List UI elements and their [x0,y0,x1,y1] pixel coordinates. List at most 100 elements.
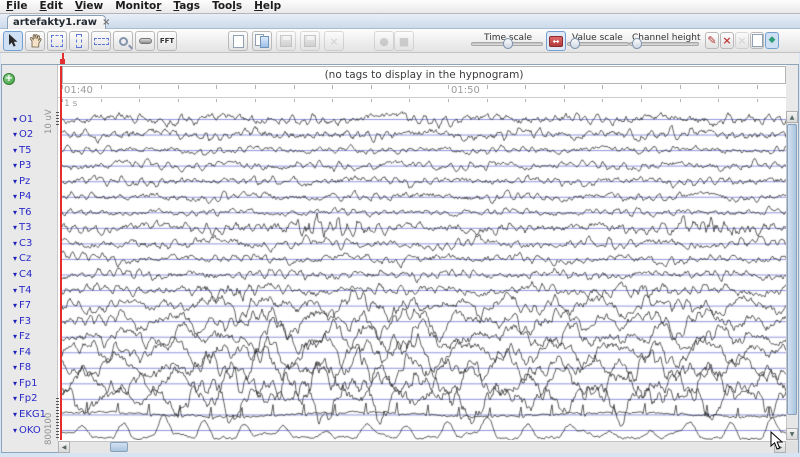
channel-label-C3[interactable]: ▾C3 [13,237,32,249]
arrow-select-tool[interactable] [3,31,23,51]
menu-file[interactable]: File [0,0,34,13]
new-tag-button[interactable] [228,31,248,51]
horizontal-scrollbar[interactable] [58,441,786,453]
time-label-mid: 01:50 [451,85,480,96]
toolbar: Time scale ↔ Value scale Channel height … [0,29,800,53]
record-monitor-button[interactable]: ● [374,31,394,51]
channel-label-T6[interactable]: ▾T6 [13,206,32,218]
channel-expand-icon[interactable]: ▾ [13,363,17,372]
second-tick [62,99,63,102]
ruler-tool[interactable] [135,31,155,51]
open-tag-button[interactable] [252,31,272,51]
channel-expand-icon[interactable]: ▾ [13,192,17,201]
channel-expand-icon[interactable]: ▾ [13,410,17,419]
channel-expand-icon[interactable]: ▾ [13,270,17,279]
zoom-signal-tool[interactable] [113,31,133,51]
signal-plot[interactable] [62,108,786,440]
menu-tags[interactable]: Tags [167,0,206,13]
channel-expand-icon[interactable]: ▾ [13,115,17,124]
channel-name: OKO [19,425,41,436]
channel-expand-icon[interactable]: ▾ [13,208,17,217]
channel-expand-icon[interactable]: ▾ [13,161,17,170]
time-tick [294,85,295,89]
horizontal-scrollbar-thumb[interactable] [110,442,128,452]
channel-label-P4[interactable]: ▾P4 [13,191,31,203]
channel-expand-icon[interactable]: ▾ [13,286,17,295]
channel-label-OKO[interactable]: ▾OKO [13,424,41,436]
menu-tools[interactable]: Tools [206,0,248,13]
value-scale-slider-thumb[interactable] [570,38,580,49]
channel-height-slider-thumb[interactable] [632,38,642,49]
menu-monitor[interactable]: Monitor [109,0,167,13]
channel-label-F3[interactable]: ▾F3 [13,315,31,327]
menu-help[interactable]: Help [248,0,287,13]
select-block-tag-tool[interactable] [91,31,111,51]
channel-label-EKG1[interactable]: ▾EKG1 [13,408,46,420]
stop-monitor-button[interactable]: ■ [394,31,414,51]
fit-time-scale-toggle[interactable]: ↔ [546,31,566,51]
channel-expand-icon[interactable]: ▾ [13,332,17,341]
close-tag-button[interactable]: × [324,31,344,51]
channel-label-T5[interactable]: ▾T5 [13,144,32,156]
channel-expand-icon[interactable]: ▾ [13,146,17,155]
channel-name: Fz [19,331,30,342]
scroll-down-button[interactable]: ▼ [786,428,798,440]
channel-expand-icon[interactable]: ▾ [13,379,17,388]
channel-label-F8[interactable]: ▾F8 [13,362,31,374]
channel-expand-icon[interactable]: ▾ [13,317,17,326]
channel-label-Pz[interactable]: ▾Pz [13,175,30,187]
vertical-scrollbar-thumb[interactable] [787,124,797,415]
filters-button[interactable]: ◆ [765,32,779,49]
ruler-capsule-icon [139,38,152,44]
select-page-tag-tool[interactable] [47,31,67,51]
channel-expand-icon[interactable]: ▾ [13,223,17,232]
channel-expand-icon[interactable]: ▾ [13,394,17,403]
channel-label-Fp2[interactable]: ▾Fp2 [13,393,37,405]
channel-label-O2[interactable]: ▾O2 [13,129,33,141]
montage-page-button[interactable] [750,32,764,49]
tab-close-icon[interactable]: × [102,18,110,28]
remove-montage-button[interactable]: × [735,32,749,49]
add-channel-button[interactable]: + [3,73,15,85]
scroll-left-button[interactable]: ◀ [58,441,70,453]
channel-expand-icon[interactable]: ▾ [13,239,17,248]
channel-label-O1[interactable]: ▾O1 [13,113,33,125]
channel-label-P3[interactable]: ▾P3 [13,160,31,172]
channel-label-F4[interactable]: ▾F4 [13,346,31,358]
tab-title: artefakty1.raw [13,17,97,28]
channel-expand-icon[interactable]: ▾ [13,130,17,139]
tab-artefakty1[interactable]: artefakty1.raw × [7,15,106,29]
signal-arrange-button[interactable]: ✎ [705,32,719,49]
second-tick [371,99,372,102]
menu-view[interactable]: View [69,0,109,13]
montage-tools-button[interactable]: × [720,32,734,49]
magnifier-icon [119,37,128,46]
select-channel-tag-tool[interactable] [69,31,89,51]
channel-label-T4[interactable]: ▾T4 [13,284,32,296]
fft-window-tool[interactable]: FFT [157,31,177,51]
channel-name: O1 [19,114,33,125]
save-tag-as-button[interactable] [300,31,320,51]
filter-gem-icon: ◆ [769,36,776,45]
time-scale-slider-thumb[interactable] [503,38,513,49]
channel-name: T5 [19,145,31,156]
channel-expand-icon[interactable]: ▾ [13,177,17,186]
tab-bar: artefakty1.raw × [0,14,800,29]
channel-expand-icon[interactable]: ▾ [13,254,17,263]
second-tick [680,99,681,102]
horizontal-arrows-icon: ↔ [549,36,563,47]
channel-label-C4[interactable]: ▾C4 [13,269,32,281]
channel-label-T3[interactable]: ▾T3 [13,222,32,234]
channel-label-F7[interactable]: ▾F7 [13,300,31,312]
hand-pan-tool[interactable] [25,31,45,51]
channel-expand-icon[interactable]: ▾ [13,348,17,357]
scroll-up-button[interactable]: ▲ [786,111,798,123]
channel-expand-icon[interactable]: ▾ [13,301,17,310]
menu-edit[interactable]: Edit [34,0,69,13]
channel-label-Cz[interactable]: ▾Cz [13,253,31,265]
channel-label-Fp1[interactable]: ▾Fp1 [13,377,37,389]
channel-label-Fz[interactable]: ▾Fz [13,331,30,343]
save-tag-button[interactable] [276,31,296,51]
second-tick [602,99,603,102]
channel-expand-icon[interactable]: ▾ [13,426,17,435]
